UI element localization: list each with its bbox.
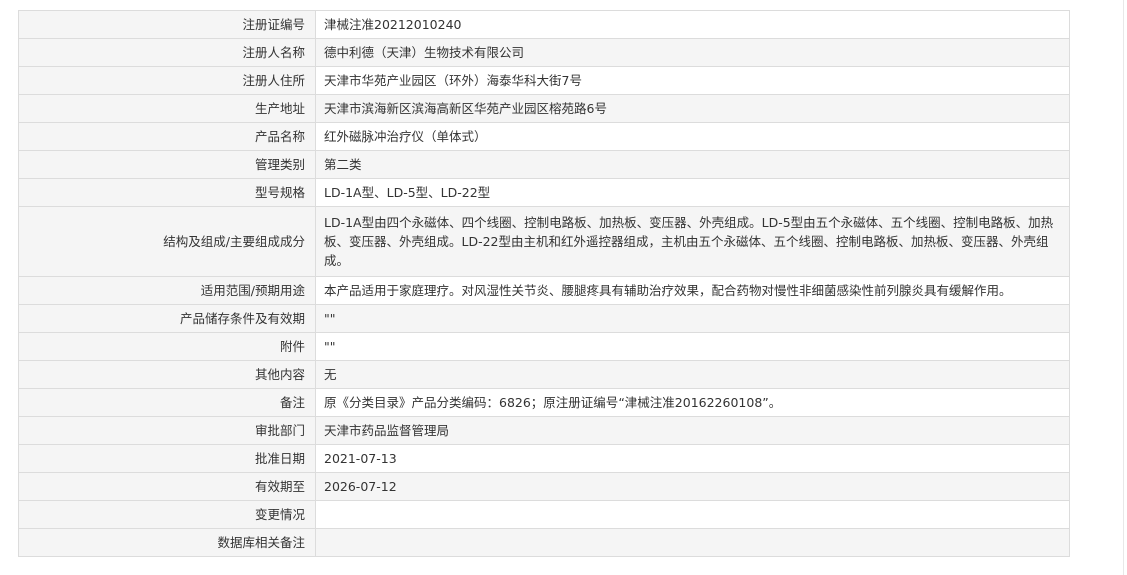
row-registrant-name: 注册人名称 德中利德（天津）生物技术有限公司	[18, 38, 1070, 67]
row-attachment: 附件 ""	[18, 332, 1070, 361]
field-label: 注册证编号	[18, 10, 316, 39]
field-label: 备注	[18, 388, 316, 417]
field-value: LD-1A型、LD-5型、LD-22型	[315, 178, 1070, 207]
row-production-address: 生产地址 天津市滨海新区滨海高新区华苑产业园区榕苑路6号	[18, 94, 1070, 123]
field-label: 注册人住所	[18, 66, 316, 95]
field-value: 红外磁脉冲治疗仪（单体式）	[315, 122, 1070, 151]
registration-detail-panel: 注册证编号 津械注准20212010240 注册人名称 德中利德（天津）生物技术…	[18, 10, 1070, 557]
field-label: 结构及组成/主要组成成分	[18, 206, 316, 277]
row-management-category: 管理类别 第二类	[18, 150, 1070, 179]
row-approval-date: 批准日期 2021-07-13	[18, 444, 1070, 473]
field-value: 德中利德（天津）生物技术有限公司	[315, 38, 1070, 67]
field-value: 本产品适用于家庭理疗。对风湿性关节炎、腰腿疼具有辅助治疗效果，配合药物对慢性非细…	[315, 276, 1070, 305]
row-registrant-address: 注册人住所 天津市华苑产业园区（环外）海泰华科大街7号	[18, 66, 1070, 95]
field-value: 原《分类目录》产品分类编码：6826；原注册证编号“津械注准2016226010…	[315, 388, 1070, 417]
field-label: 附件	[18, 332, 316, 361]
field-label: 批准日期	[18, 444, 316, 473]
field-value: 津械注准20212010240	[315, 10, 1070, 39]
vertical-scrollbar[interactable]	[1083, 0, 1127, 575]
field-label: 产品名称	[18, 122, 316, 151]
field-value	[315, 528, 1070, 557]
field-label: 管理类别	[18, 150, 316, 179]
field-label: 其他内容	[18, 360, 316, 389]
field-value: 天津市药品监督管理局	[315, 416, 1070, 445]
field-value: ""	[315, 304, 1070, 333]
field-value: LD-1A型由四个永磁体、四个线圈、控制电路板、加热板、变压器、外壳组成。LD-…	[315, 206, 1070, 277]
registration-detail-table: 注册证编号 津械注准20212010240 注册人名称 德中利德（天津）生物技术…	[18, 10, 1070, 557]
scrollbar-divider	[1123, 0, 1124, 575]
field-label: 适用范围/预期用途	[18, 276, 316, 305]
row-storage-conditions: 产品储存条件及有效期 ""	[18, 304, 1070, 333]
row-product-name: 产品名称 红外磁脉冲治疗仪（单体式）	[18, 122, 1070, 151]
field-value	[315, 500, 1070, 529]
field-value: 天津市滨海新区滨海高新区华苑产业园区榕苑路6号	[315, 94, 1070, 123]
field-label: 有效期至	[18, 472, 316, 501]
field-value: ""	[315, 332, 1070, 361]
field-label: 审批部门	[18, 416, 316, 445]
field-value: 无	[315, 360, 1070, 389]
row-database-remarks: 数据库相关备注	[18, 528, 1070, 557]
field-label: 数据库相关备注	[18, 528, 316, 557]
row-structure-composition: 结构及组成/主要组成成分 LD-1A型由四个永磁体、四个线圈、控制电路板、加热板…	[18, 206, 1070, 277]
row-remarks: 备注 原《分类目录》产品分类编码：6826；原注册证编号“津械注准2016226…	[18, 388, 1070, 417]
field-label: 生产地址	[18, 94, 316, 123]
field-label: 产品储存条件及有效期	[18, 304, 316, 333]
field-label: 注册人名称	[18, 38, 316, 67]
field-value: 天津市华苑产业园区（环外）海泰华科大街7号	[315, 66, 1070, 95]
row-valid-until: 有效期至 2026-07-12	[18, 472, 1070, 501]
row-other-content: 其他内容 无	[18, 360, 1070, 389]
field-value: 第二类	[315, 150, 1070, 179]
field-label: 型号规格	[18, 178, 316, 207]
field-value: 2026-07-12	[315, 472, 1070, 501]
row-approval-department: 审批部门 天津市药品监督管理局	[18, 416, 1070, 445]
row-change-status: 变更情况	[18, 500, 1070, 529]
field-value: 2021-07-13	[315, 444, 1070, 473]
field-label: 变更情况	[18, 500, 316, 529]
row-intended-use: 适用范围/预期用途 本产品适用于家庭理疗。对风湿性关节炎、腰腿疼具有辅助治疗效果…	[18, 276, 1070, 305]
row-model-specification: 型号规格 LD-1A型、LD-5型、LD-22型	[18, 178, 1070, 207]
row-registration-number: 注册证编号 津械注准20212010240	[18, 10, 1070, 39]
